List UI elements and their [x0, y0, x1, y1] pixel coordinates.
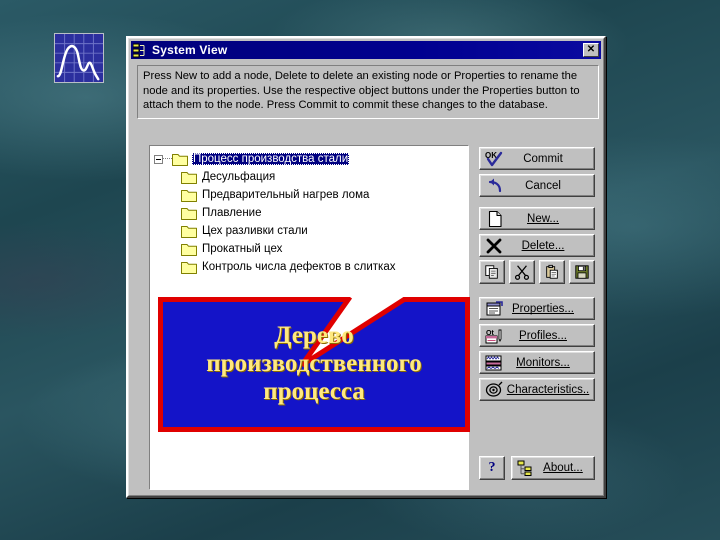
dialog-titlebar[interactable]: System View ✕ [131, 41, 601, 59]
tree-expander-icon[interactable] [154, 154, 163, 164]
commit-button[interactable]: OK Commit [479, 147, 595, 170]
tree-node-child[interactable]: Цех разливки стали [150, 222, 468, 240]
tree-node-label: Процесс производства стали [192, 153, 350, 165]
undo-arrow-icon [488, 178, 502, 192]
clipboard-icon [546, 264, 558, 279]
monitors-button[interactable]: Monitors... [479, 351, 595, 374]
tree-node-child[interactable]: Предварительный нагрев лома [150, 186, 468, 204]
tree-node-label: Контроль числа дефектов в слитках [202, 261, 396, 273]
ok-check-icon: OK [485, 151, 503, 166]
new-button-label: New... [527, 212, 559, 225]
cancel-button[interactable]: Cancel [479, 174, 595, 197]
close-icon[interactable]: ✕ [583, 43, 599, 57]
hierarchy-icon [517, 460, 532, 476]
profiles-button[interactable]: Ot Profiles... [479, 324, 595, 347]
about-button[interactable]: About... [511, 456, 595, 480]
cut-button[interactable] [509, 260, 535, 284]
profiles-button-label: Profiles... [519, 329, 567, 342]
tree-node-label: Плавление [202, 207, 262, 219]
properties-button-label: Properties... [512, 302, 574, 315]
floppy-disk-icon [575, 265, 589, 279]
instructions-text: Press New to add a node, Delete to delet… [137, 65, 599, 119]
x-mark-icon [486, 238, 502, 253]
folder-icon [181, 243, 197, 256]
folder-icon [181, 225, 197, 238]
tree-node-child[interactable]: Прокатный цех [150, 240, 468, 258]
callout-annotation: Дерево производственного процесса [158, 297, 470, 432]
help-button[interactable]: ? [479, 456, 505, 480]
cancel-button-label: Cancel [525, 179, 561, 192]
properties-button[interactable]: Properties... [479, 297, 595, 320]
delete-button[interactable]: Delete... [479, 234, 595, 257]
chart-logo-graphic [55, 34, 103, 82]
dialog-title: System View [152, 43, 228, 57]
about-button-label: About... [543, 462, 583, 474]
new-button[interactable]: New... [479, 207, 595, 230]
tree-node-label: Прокатный цех [202, 243, 283, 255]
tree-node-label: Предварительный нагрев лома [202, 189, 370, 201]
monitors-icon [485, 355, 502, 370]
copy-button[interactable] [479, 260, 505, 284]
folder-icon [172, 153, 188, 166]
paste-button[interactable] [539, 260, 565, 284]
characteristics-button[interactable]: Characteristics.. [479, 378, 595, 401]
tree-node-child[interactable]: Плавление [150, 204, 468, 222]
commit-button-label: Commit [523, 152, 563, 165]
folder-icon [181, 171, 197, 184]
hierarchy-icon [133, 43, 145, 57]
tree-node-root[interactable]: Процесс производства стали [150, 150, 468, 168]
tree-node-child[interactable]: Контроль числа дефектов в слитках [150, 258, 468, 276]
properties-icon [486, 300, 503, 315]
save-button[interactable] [569, 260, 595, 284]
folder-icon [181, 189, 197, 202]
delete-button-label: Delete... [521, 239, 565, 252]
tree-connector [163, 158, 172, 160]
callout-pointer-wedge [299, 297, 410, 368]
characteristics-button-label: Characteristics.. [506, 383, 590, 396]
copy-icon [485, 265, 498, 279]
scissors-icon [514, 265, 530, 280]
profiles-icon: Ot [485, 329, 502, 343]
folder-icon [181, 261, 197, 274]
tree-node-label: Цех разливки стали [202, 225, 308, 237]
tree-node-label: Десульфация [202, 171, 276, 183]
slide-canvas: System View ✕ Press New to add a node, D… [0, 0, 720, 540]
tree-node-child[interactable]: Десульфация [150, 168, 468, 186]
folder-icon [181, 207, 197, 220]
document-icon [488, 210, 502, 227]
characteristics-icon [485, 381, 503, 397]
chart-logo [54, 33, 104, 83]
monitors-button-label: Monitors... [516, 356, 570, 369]
